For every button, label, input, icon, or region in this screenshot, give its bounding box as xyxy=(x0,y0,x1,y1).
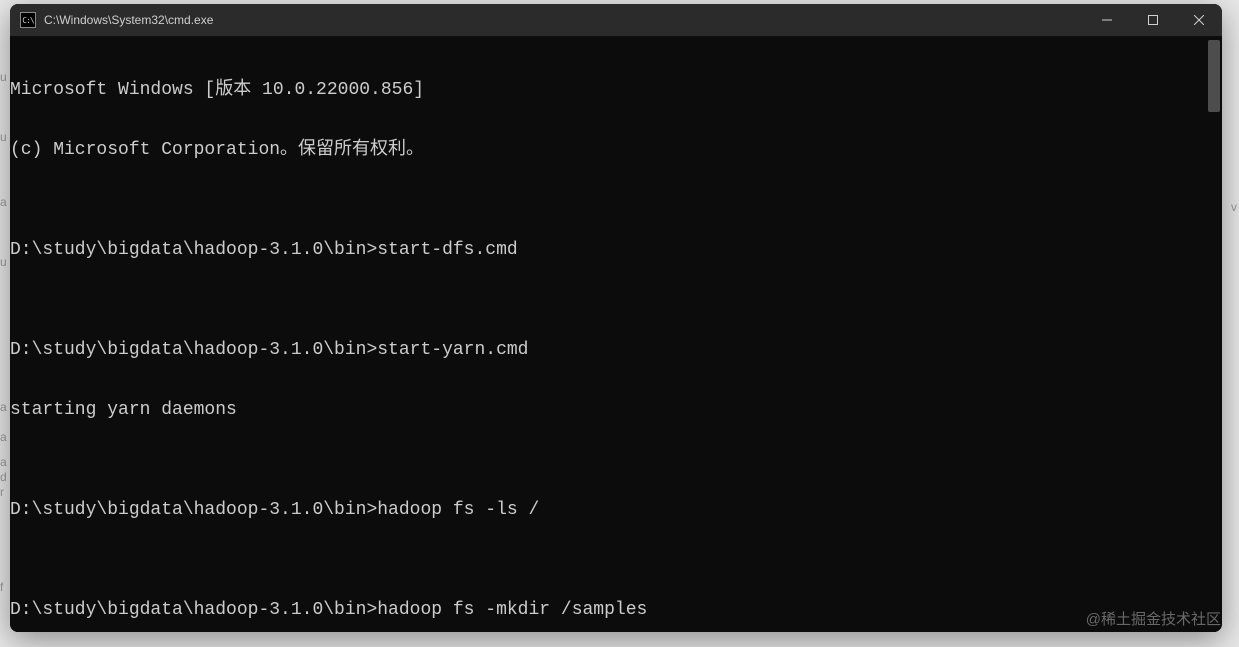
terminal-line: D:\study\bigdata\hadoop-3.1.0\bin>hadoop… xyxy=(10,600,1222,620)
terminal-window: C:\ C:\Windows\System32\cmd.exe Microsof… xyxy=(10,4,1222,632)
terminal-line: Microsoft Windows [版本 10.0.22000.856] xyxy=(10,80,1222,100)
terminal-line: starting yarn daemons xyxy=(10,400,1222,420)
terminal-line: (c) Microsoft Corporation。保留所有权利。 xyxy=(10,140,1222,160)
close-button[interactable] xyxy=(1176,4,1222,36)
minimize-button[interactable] xyxy=(1084,4,1130,36)
scrollbar-thumb[interactable] xyxy=(1208,40,1220,112)
terminal-output[interactable]: Microsoft Windows [版本 10.0.22000.856] (c… xyxy=(10,36,1222,632)
maximize-button[interactable] xyxy=(1130,4,1176,36)
terminal-line: D:\study\bigdata\hadoop-3.1.0\bin>start-… xyxy=(10,340,1222,360)
terminal-line: D:\study\bigdata\hadoop-3.1.0\bin>hadoop… xyxy=(10,500,1222,520)
window-title: C:\Windows\System32\cmd.exe xyxy=(44,13,213,27)
terminal-line: D:\study\bigdata\hadoop-3.1.0\bin>start-… xyxy=(10,240,1222,260)
title-bar[interactable]: C:\ C:\Windows\System32\cmd.exe xyxy=(10,4,1222,36)
scrollbar-track[interactable] xyxy=(1208,40,1220,626)
cmd-icon: C:\ xyxy=(20,12,36,28)
window-controls xyxy=(1084,4,1222,36)
